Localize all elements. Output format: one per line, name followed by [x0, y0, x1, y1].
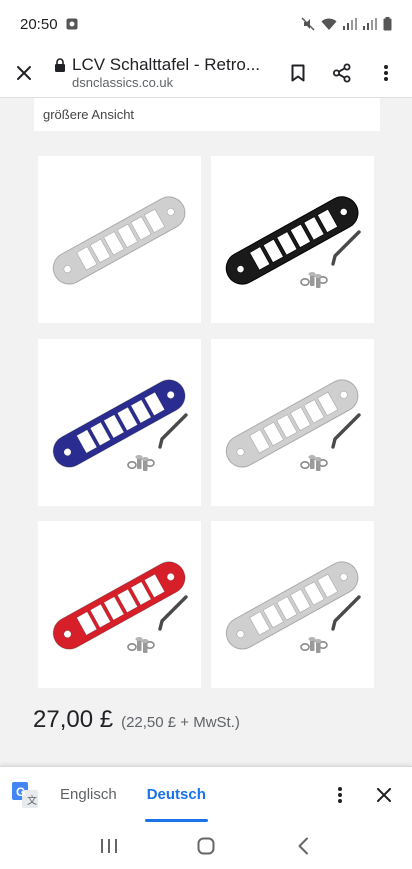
wifi-icon [321, 18, 337, 30]
switch-panel-illustration [225, 196, 361, 288]
mute-icon [301, 17, 315, 31]
svg-text:文: 文 [27, 794, 37, 807]
tab-lang-english[interactable]: Englisch [60, 767, 117, 823]
toolbar-actions [276, 51, 412, 95]
product-image-silver[interactable] [211, 521, 374, 688]
status-left: 20:50 [20, 16, 78, 33]
price-note: (22,50 £ + MwSt.) [121, 714, 240, 731]
status-time: 20:50 [20, 15, 58, 33]
caption-box: größere Ansicht [34, 98, 380, 131]
switch-panel-illustration [52, 196, 186, 285]
page-url: dsnclassics.co.uk [72, 75, 174, 90]
title-row: LCV Schalttafel - Retro... [54, 55, 276, 75]
photo-notification-icon [66, 18, 78, 30]
close-icon [17, 65, 31, 80]
share-button[interactable] [320, 51, 364, 95]
product-image-red[interactable] [38, 521, 201, 688]
status-bar: 20:50 [0, 0, 412, 48]
tab-lang-german[interactable]: Deutsch [144, 767, 209, 823]
translate-options-button[interactable] [318, 773, 362, 817]
custom-tab-toolbar: LCV Schalttafel - Retro... dsnclassics.c… [0, 48, 412, 98]
larger-view-link[interactable]: größere Ansicht [43, 107, 134, 122]
page-title: LCV Schalttafel - Retro... [72, 55, 261, 74]
recents-button[interactable] [89, 826, 129, 866]
close-icon [377, 787, 391, 802]
product-image-silver[interactable] [38, 156, 201, 323]
status-right [301, 17, 392, 31]
back-icon [298, 837, 309, 854]
close-tab-button[interactable] [2, 51, 46, 95]
google-translate-icon: G 文 [12, 781, 38, 808]
more-options-button[interactable] [364, 51, 408, 95]
switch-panel-illustration [225, 379, 361, 471]
more-vert-icon [384, 64, 388, 81]
home-button[interactable] [186, 826, 226, 866]
bookmark-icon [291, 64, 305, 81]
price: 27,00 £ [33, 706, 114, 733]
recents-icon [100, 838, 117, 853]
product-image-blue[interactable] [38, 339, 201, 506]
product-image-silver[interactable] [211, 339, 374, 506]
share-icon [333, 63, 351, 82]
product-image-black[interactable] [211, 156, 374, 323]
translate-close-button[interactable] [362, 773, 406, 817]
svg-text:G: G [16, 785, 25, 799]
translate-bar: G 文 Englisch Deutsch [0, 766, 412, 822]
bookmark-button[interactable] [276, 51, 320, 95]
signal-2-icon [363, 18, 377, 30]
signal-icon [343, 18, 357, 30]
more-vert-icon [338, 786, 342, 803]
page-content: größere Ansicht 27,00 £ (22,50 £ + MwSt.… [0, 98, 412, 766]
price-row: 27,00 £ (22,50 £ + MwSt.) [33, 706, 240, 734]
switch-panel-illustration [52, 379, 188, 471]
lock-icon [55, 58, 65, 72]
title-block[interactable]: LCV Schalttafel - Retro... dsnclassics.c… [46, 55, 276, 90]
home-icon [197, 837, 215, 854]
back-button[interactable] [283, 826, 323, 866]
switch-panel-illustration [52, 561, 188, 653]
battery-icon [383, 17, 392, 31]
switch-panel-illustration [225, 561, 361, 653]
system-nav-bar [0, 822, 412, 869]
